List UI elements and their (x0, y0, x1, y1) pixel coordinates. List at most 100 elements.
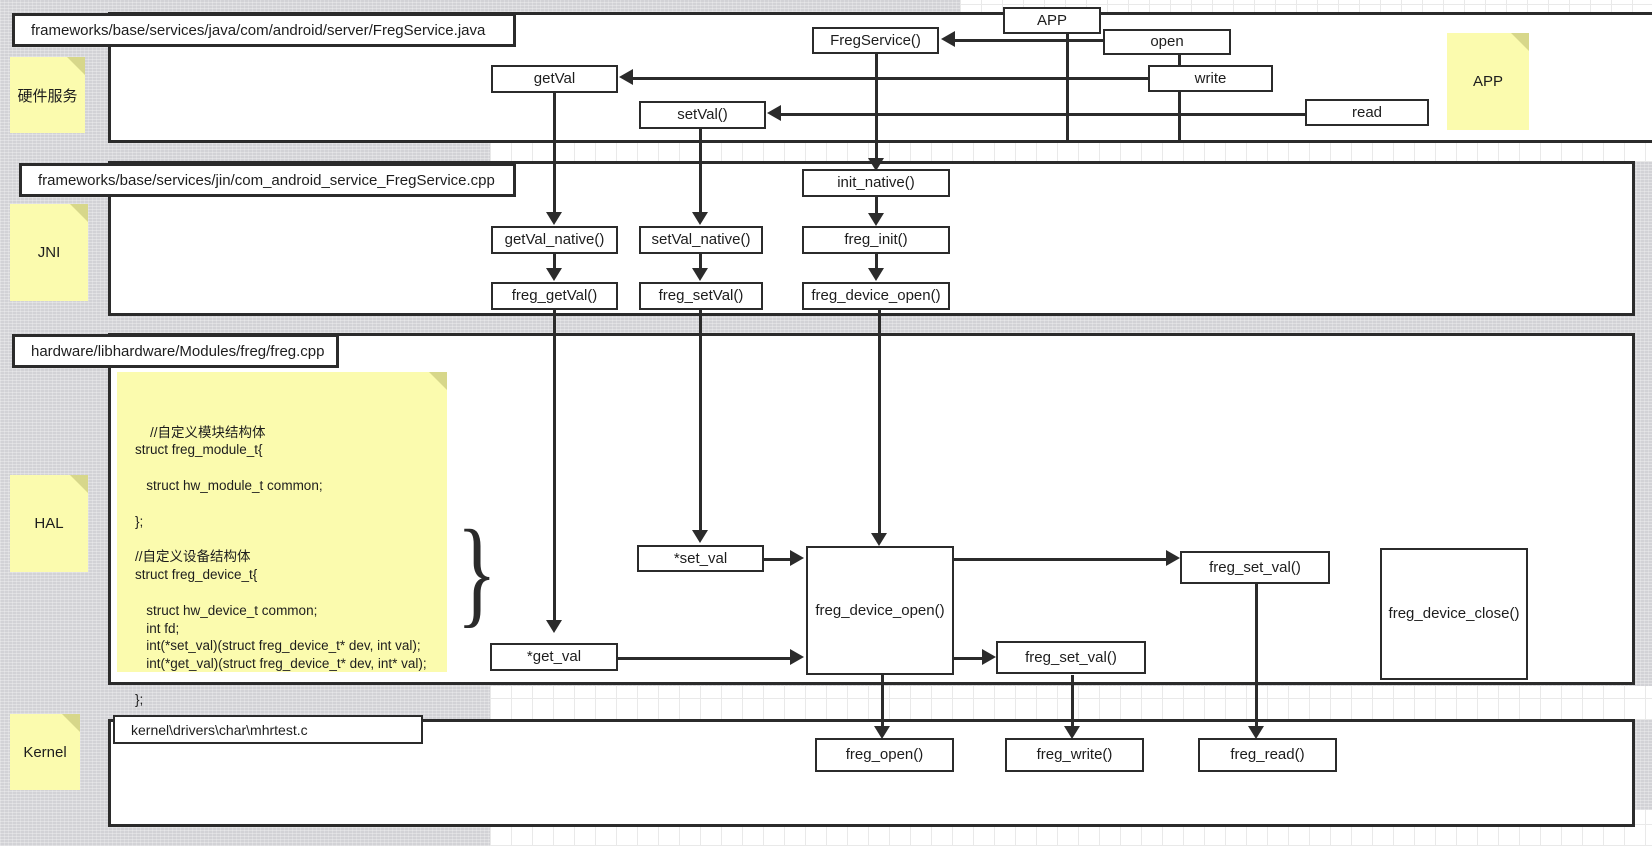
path-box-jni: frameworks/base/services/jin/com_android… (19, 163, 516, 197)
node-label-freg-write: freg_write() (1036, 746, 1113, 764)
edge-setval-to-setvalnative (699, 128, 702, 215)
node-label-set-val: setVal() (677, 106, 728, 124)
path-box-service: frameworks/base/services/java/com/androi… (12, 13, 516, 47)
struct-members-brace: } (456, 505, 497, 638)
node-freg-set-val-jni[interactable]: freg_setVal() (639, 282, 763, 310)
node-freg-set-val-right[interactable]: freg_set_val() (1180, 551, 1330, 584)
node-label-read: read (1351, 103, 1383, 121)
sticky-note-app: APP (1447, 33, 1529, 130)
node-freg-device-close[interactable]: freg_device_close() (1380, 548, 1528, 680)
sticky-fold-icon (67, 57, 85, 75)
node-freg-read[interactable]: freg_read() (1198, 738, 1337, 772)
node-label-open: open (1150, 33, 1184, 51)
node-label-freg-set-val-jni: freg_setVal() (658, 287, 744, 305)
node-label-ptr-get-val: *get_val (526, 648, 582, 666)
sticky-fold-icon (70, 204, 88, 222)
sticky-fold-icon (1511, 33, 1529, 51)
node-freg-open[interactable]: freg_open() (815, 738, 954, 772)
edge-fregservice-to-initnative (875, 54, 878, 167)
node-label-freg-init: freg_init() (844, 231, 908, 249)
node-app-label[interactable]: APP (1003, 7, 1101, 34)
node-label-freg-get-val: freg_getVal() (511, 287, 598, 305)
arrowhead-getvalnative-to-freggetval (546, 268, 562, 281)
path-label-jni: frameworks/base/services/jin/com_android… (38, 171, 495, 189)
edge-getval-to-getvalnative (553, 92, 556, 215)
edge-fregsetval-to-ptrsetval (699, 310, 702, 532)
node-set-val[interactable]: setVal() (639, 101, 766, 129)
node-label-freg-device-open-jni: freg_device_open() (811, 287, 941, 305)
node-freg-write[interactable]: freg_write() (1005, 738, 1144, 772)
edge-fregsetvalright-to-fregread (1255, 584, 1258, 729)
edge-jni-to-hal-fregdeviceopen (878, 310, 881, 535)
edge-setvalnative-to-fregsetval (699, 253, 702, 269)
node-label-init-native: init_native() (837, 174, 915, 192)
node-label-freg-open: freg_open() (845, 746, 924, 764)
sticky-note-kernel: Kernel (10, 714, 80, 790)
node-freg-device-open-jni[interactable]: freg_device_open() (802, 282, 950, 310)
arrowhead-freggetval-to-ptrgetval (546, 620, 562, 633)
diagram-canvas: frameworks/base/services/java/com/androi… (0, 0, 1652, 846)
node-app-write[interactable]: write (1148, 65, 1273, 92)
arrowhead-open-to-fregservice (941, 31, 955, 47)
node-freg-device-open-hal[interactable]: freg_device_open() (806, 546, 954, 675)
path-label-service: frameworks/base/services/java/com/androi… (31, 21, 486, 39)
sticky-label-kernel: Kernel (23, 743, 67, 761)
sticky-note-jni: JNI (10, 204, 88, 301)
sticky-fold-icon (429, 372, 447, 390)
arrowhead-ptrgetval-to-fregdeviceopen (790, 649, 804, 665)
arrowhead-initnative-to-freginit (868, 213, 884, 226)
arrowhead-fregsetval-to-ptrsetval (692, 530, 708, 543)
node-set-val-native[interactable]: setVal_native() (639, 226, 763, 254)
sticky-note-hardware-service: 硬件服务 (10, 57, 85, 133)
sticky-fold-icon (62, 714, 80, 732)
node-label-app: APP (1036, 11, 1067, 29)
edge-fregdeviceopen-to-fregsetval-right (954, 558, 1168, 561)
edge-ptrsetval-to-fregdeviceopen (764, 558, 792, 561)
edge-fregdeviceopen-to-fregopen (881, 675, 884, 729)
path-label-hal: hardware/libhardware/Modules/freg/freg.c… (31, 342, 325, 360)
arrowhead-ptrsetval-to-fregdeviceopen (790, 550, 804, 566)
edge-freggetval-to-ptrgetval (553, 310, 556, 622)
node-label-freg-set-val-lower: freg_set_val() (1025, 648, 1117, 666)
arrowhead-freginit-to-fregdeviceopen-jni (868, 268, 884, 281)
node-freg-set-val-lower[interactable]: freg_set_val() (996, 641, 1146, 674)
node-label-freg-device-open-hal: freg_device_open() (815, 601, 945, 619)
arrowhead-fregdeviceopen-to-fregsetval-right (1166, 550, 1180, 566)
edge-ptrgetval-to-fregdeviceopen (618, 657, 793, 660)
edge-getvalnative-to-freggetval (553, 253, 556, 269)
node-freg-init[interactable]: freg_init() (802, 226, 950, 254)
arrowhead-fregdeviceopen-to-fregsetval-lower (982, 649, 996, 665)
node-label-ptr-set-val: *set_val (673, 549, 728, 567)
path-box-hal: hardware/libhardware/Modules/freg/freg.c… (12, 334, 339, 368)
path-label-kernel: kernel\drivers\char\mhrtest.c (131, 721, 308, 738)
node-label-freg-read: freg_read() (1230, 746, 1305, 764)
node-freg-service[interactable]: FregService() (812, 27, 939, 54)
node-label-get-val-native: getVal_native() (504, 231, 605, 249)
edge-read-to-setval (781, 113, 1305, 116)
sticky-label-hardware-service: 硬件服务 (17, 87, 78, 105)
node-label-freg-set-val-right: freg_set_val() (1209, 558, 1301, 576)
node-get-val-native[interactable]: getVal_native() (491, 226, 618, 254)
sticky-note-hal: HAL (10, 475, 88, 572)
node-ptr-set-val[interactable]: *set_val (637, 545, 764, 572)
node-freg-get-val[interactable]: freg_getVal() (491, 282, 618, 310)
sticky-fold-icon (70, 475, 88, 493)
node-label-write: write (1194, 69, 1227, 87)
edge-write-to-getval (633, 77, 1153, 80)
sticky-label-app: APP (1472, 73, 1503, 90)
hal-code-note: //自定义模块结构体 struct freg_module_t{ struct … (117, 372, 447, 707)
node-app-read[interactable]: read (1305, 99, 1429, 126)
node-app-open[interactable]: open (1103, 29, 1231, 55)
arrowhead-setvalnative-to-fregsetval (692, 268, 708, 281)
edge-fregdeviceopen-to-fregsetval-lower (954, 657, 984, 660)
node-label-freg-service: FregService() (830, 31, 921, 49)
node-init-native[interactable]: init_native() (802, 169, 950, 197)
node-ptr-get-val[interactable]: *get_val (490, 643, 618, 671)
arrowhead-getval-to-getvalnative (546, 212, 562, 225)
node-label-set-val-native: setVal_native() (651, 231, 751, 249)
arrowhead-setval-to-setvalnative (692, 212, 708, 225)
arrowhead-write-to-getval (619, 69, 633, 85)
arrowhead-jni-to-hal-fregdeviceopen (871, 533, 887, 546)
node-get-val[interactable]: getVal (491, 65, 618, 93)
edge-freginit-to-fregdeviceopen-jni (875, 253, 878, 269)
